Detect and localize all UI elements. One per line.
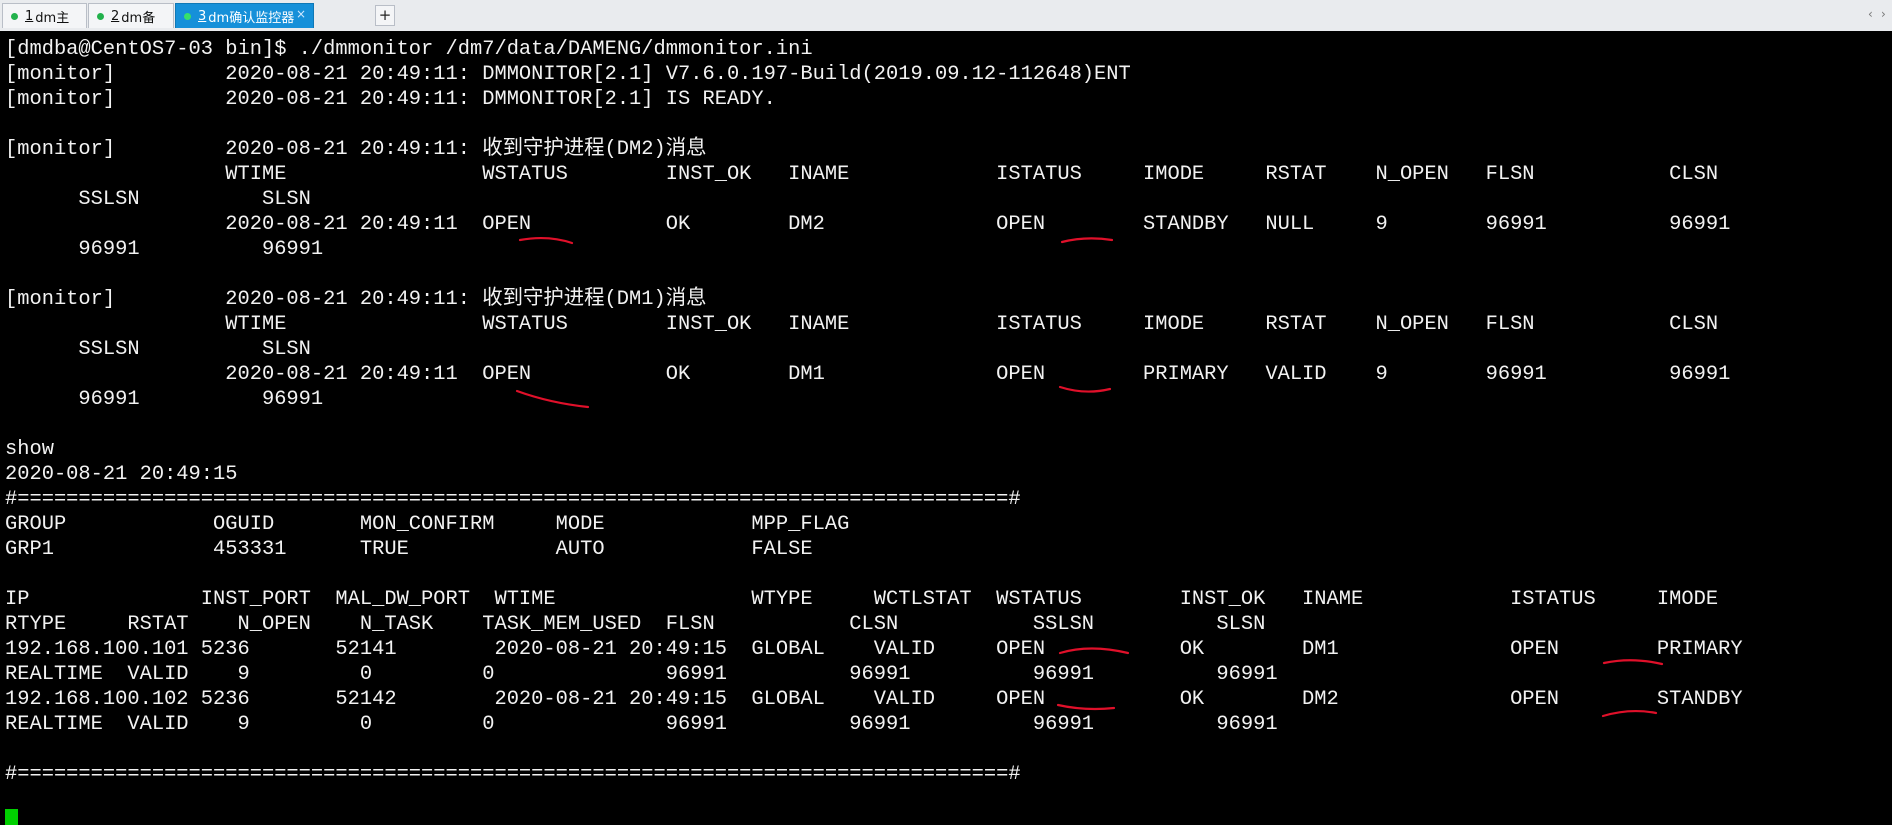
terminal-line: show [5, 438, 54, 461]
terminal-line: 2020-08-21 20:49:11 OPEN OK DM1 OPEN PRI… [5, 363, 1731, 386]
terminal-line: 2020-08-21 20:49:15 [5, 463, 238, 486]
terminal-line: IP INST_PORT MAL_DW_PORT WTIME WTYPE WCT… [5, 588, 1719, 611]
connected-status-icon [184, 12, 191, 20]
tab-number: 2 [111, 8, 120, 24]
annotation-underline [515, 389, 590, 409]
terminal-line: #=======================================… [5, 488, 1021, 511]
terminal-line: SSLSN SLSN [5, 338, 311, 361]
annotation-underline [1058, 385, 1112, 393]
scroll-tabs-left-icon[interactable]: ‹ [1868, 7, 1873, 21]
terminal-line: WTIME WSTATUS INST_OK INAME ISTATUS IMOD… [5, 313, 1719, 336]
tab-dm-standby[interactable]: 2 dm备 [88, 3, 174, 28]
close-tab-icon[interactable]: × [296, 7, 306, 21]
terminal-line: WTIME WSTATUS INST_OK INAME ISTATUS IMOD… [5, 163, 1719, 186]
tab-number: 3 [198, 8, 207, 24]
terminal-line: [monitor] 2020-08-21 20:49:11: DMMONITOR… [5, 88, 776, 111]
terminal-line: [monitor] 2020-08-21 20:49:11: 收到守护进程(DM… [5, 138, 707, 161]
terminal-line: GROUP OGUID MON_CONFIRM MODE MPP_FLAG [5, 513, 850, 536]
connected-status-icon [97, 12, 104, 20]
annotation-underline [1060, 237, 1114, 244]
terminal-line: [monitor] 2020-08-21 20:49:11: DMMONITOR… [5, 63, 1131, 86]
terminal-line: GRP1 453331 TRUE AUTO FALSE [5, 538, 813, 561]
terminal-line: 96991 96991 [5, 238, 324, 261]
new-tab-button[interactable]: + [375, 5, 395, 26]
terminal-output[interactable]: [dmdba@CentOS7-03 bin]$ ./dmmonitor /dm7… [0, 31, 1892, 825]
terminal-line: #=======================================… [5, 763, 1021, 786]
scroll-tabs-right-icon[interactable]: › [1881, 7, 1886, 21]
tab-label: dm确认监控器 [208, 10, 295, 26]
connected-status-icon [11, 12, 18, 20]
terminal-line: [dmdba@CentOS7-03 bin]$ ./dmmonitor /dm7… [5, 38, 813, 61]
terminal-line: 96991 96991 [5, 388, 324, 411]
tab-label: dm主 [35, 10, 70, 26]
terminal-line: 192.168.100.102 5236 52142 2020-08-21 20… [5, 688, 1743, 711]
tab-dm-monitor[interactable]: 3 dm确认监控器 × [175, 3, 314, 28]
tab-label: dm备 [121, 10, 156, 26]
tab-number: 1 [25, 8, 34, 24]
terminal-line: [monitor] 2020-08-21 20:49:11: 收到守护进程(DM… [5, 288, 707, 311]
terminal-line: REALTIME VALID 9 0 0 96991 96991 96991 9… [5, 713, 1278, 736]
terminal-line: 2020-08-21 20:49:11 OPEN OK DM2 OPEN STA… [5, 213, 1731, 236]
terminal-line: REALTIME VALID 9 0 0 96991 96991 96991 9… [5, 663, 1278, 686]
annotation-underline [518, 236, 574, 245]
terminal-line: 192.168.100.101 5236 52141 2020-08-21 20… [5, 638, 1743, 661]
tab-bar: 1 dm主 2 dm备 3 dm确认监控器 × + ‹ › [0, 0, 1892, 32]
tab-dm-primary[interactable]: 1 dm主 [2, 3, 87, 28]
terminal-line: RTYPE RSTAT N_OPEN N_TASK TASK_MEM_USED … [5, 613, 1266, 636]
terminal-line: SSLSN SLSN [5, 188, 311, 211]
